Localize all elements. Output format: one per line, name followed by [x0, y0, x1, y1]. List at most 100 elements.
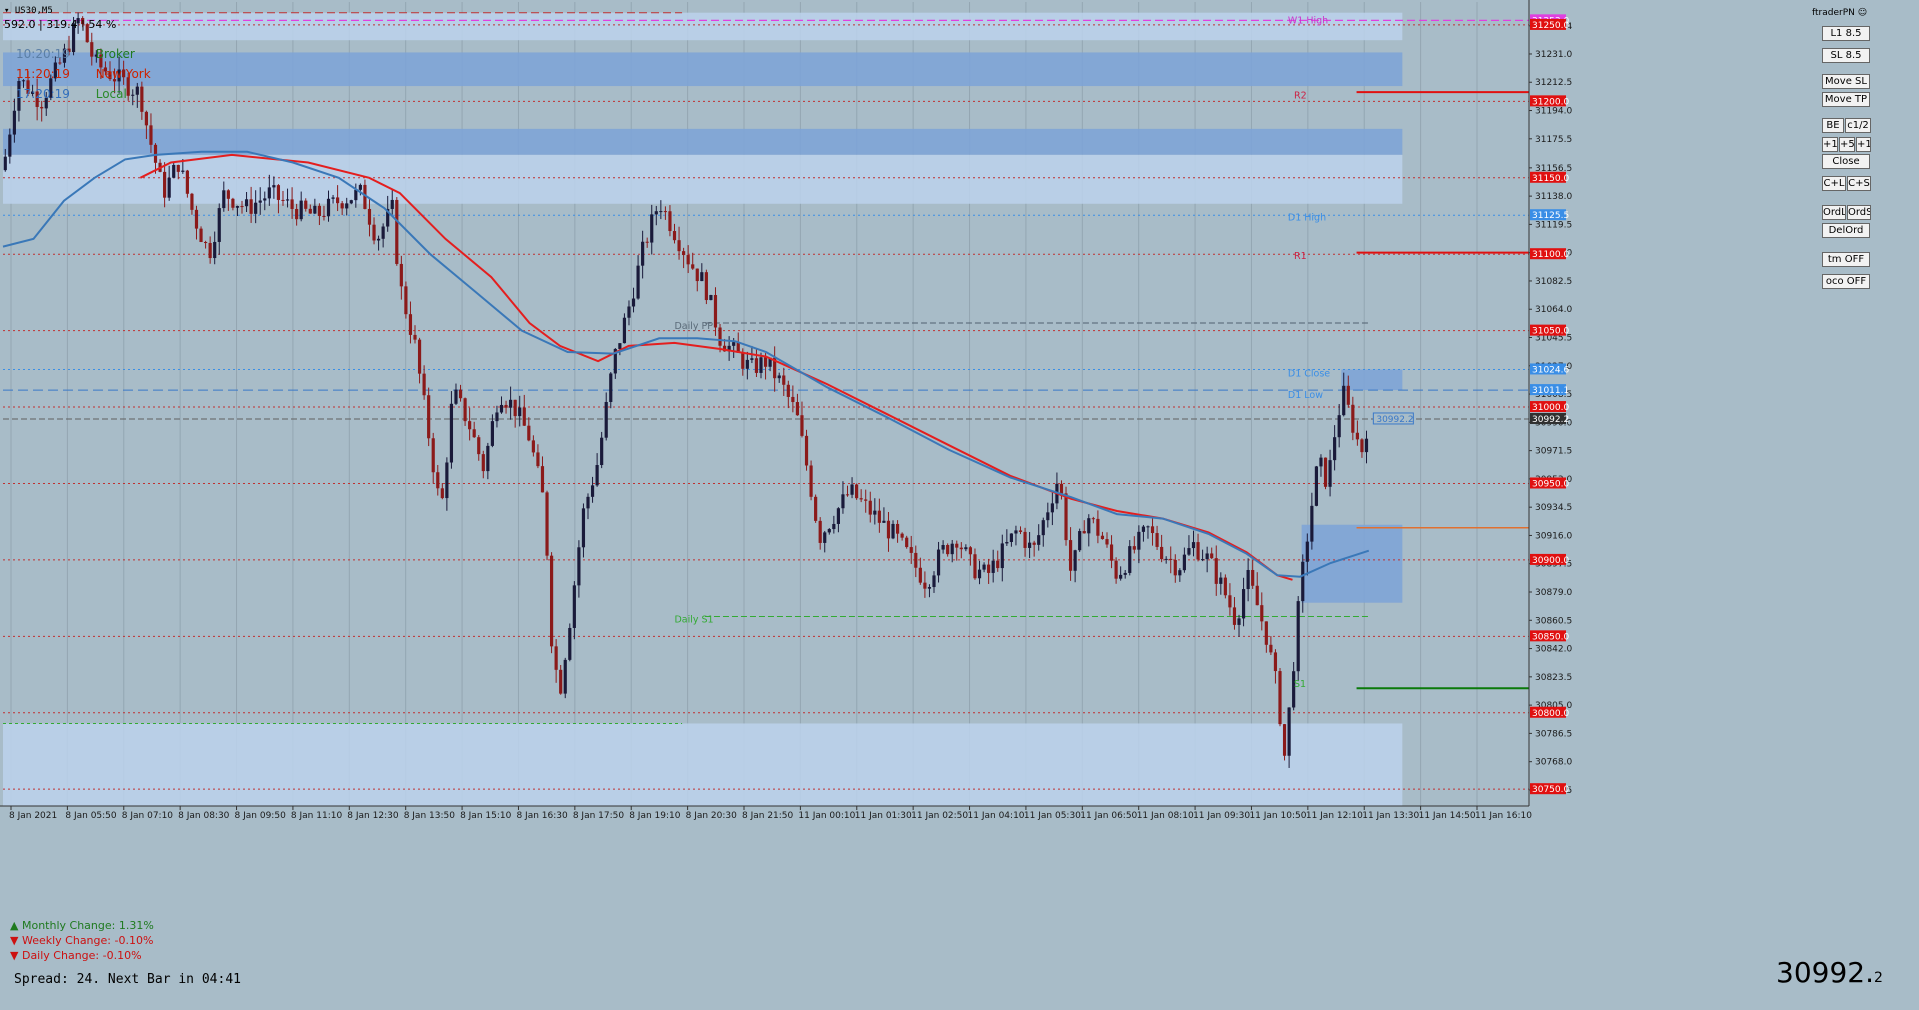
current-price-text: 30992.2: [1376, 415, 1413, 425]
candle-body: [267, 187, 271, 199]
candle-body: [390, 199, 394, 209]
candle-body: [463, 398, 467, 422]
delord-button[interactable]: DelOrd: [1822, 223, 1870, 238]
candle-body: [1219, 577, 1223, 584]
candle-body: [235, 206, 240, 208]
candle-body: [1287, 707, 1291, 756]
candle-body: [499, 404, 504, 413]
ordl-button[interactable]: OrdL: [1822, 205, 1846, 220]
candle-body: [1164, 558, 1168, 560]
candle-body: [1346, 385, 1350, 405]
candle-body: [786, 384, 790, 397]
weekly-change: ▼ Weekly Change: -0.10%: [10, 934, 153, 947]
candle-body: [504, 404, 508, 408]
candle-body: [1128, 546, 1132, 573]
candle-body: [777, 375, 781, 379]
candle-body: [376, 238, 381, 241]
price-main: 30992.: [1776, 956, 1874, 989]
sl-button[interactable]: SL 8.5: [1822, 48, 1870, 63]
plus1-button[interactable]: +1: [1822, 137, 1838, 152]
candle-body: [1246, 569, 1250, 590]
candle-body: [873, 510, 877, 515]
candle-body: [554, 646, 558, 670]
y-tick-label: 30879.0: [1535, 588, 1572, 598]
clock-broker: 10:20:19 Broker: [16, 47, 135, 61]
candle-body: [964, 547, 968, 550]
price-label-text: 30900.0: [1532, 556, 1569, 566]
candle-body: [891, 523, 895, 539]
spread-info: Spread: 24. Next Bar in 04:41: [14, 972, 241, 987]
candle-body: [1210, 553, 1214, 559]
candle-body: [754, 358, 759, 373]
candle-body: [677, 240, 681, 252]
candle-body: [263, 198, 267, 201]
candle-body: [905, 537, 909, 548]
candle-body: [258, 200, 262, 203]
candle-body: [959, 547, 963, 550]
candle-body: [354, 189, 358, 201]
candle-body: [1146, 526, 1150, 528]
plus5-button[interactable]: +5: [1839, 137, 1855, 152]
candle-body: [563, 659, 567, 694]
price-label-text: 30800.0: [1532, 709, 1569, 719]
candle-body: [987, 564, 991, 573]
candle-body: [135, 86, 139, 95]
move-tp-button[interactable]: Move TP: [1822, 92, 1870, 107]
candle-body: [918, 567, 922, 583]
candle-body: [763, 357, 768, 367]
candle-body: [199, 228, 203, 243]
candle-body: [217, 208, 221, 242]
close-button[interactable]: Close: [1822, 154, 1870, 169]
candle-body: [408, 314, 413, 335]
level-label: D1 Low: [1288, 390, 1323, 401]
candle-body: [149, 125, 153, 145]
candle-body: [1228, 595, 1232, 608]
oco-toggle[interactable]: oco OFF: [1822, 274, 1870, 289]
candle-body: [804, 435, 809, 466]
candle-body: [859, 498, 863, 500]
candle-body: [281, 199, 285, 201]
candle-body: [1196, 542, 1200, 560]
candle-body: [946, 545, 950, 555]
candle-body: [231, 198, 235, 208]
candle-body: [40, 106, 44, 109]
tm-toggle[interactable]: tm OFF: [1822, 252, 1870, 267]
candle-body: [295, 208, 299, 220]
candle-body: [1182, 554, 1186, 571]
x-tick-label: 11 Jan 01:30: [855, 811, 912, 821]
dropdown-icon[interactable]: ▾: [4, 6, 9, 16]
ords-button[interactable]: OrdS: [1847, 205, 1871, 220]
candle-body: [317, 205, 321, 216]
cl-button[interactable]: C+L: [1822, 176, 1846, 191]
l1-button[interactable]: L1 8.5: [1822, 26, 1870, 41]
plus10-button[interactable]: +10: [1856, 137, 1871, 152]
clock-local: 17:20:19 Local: [16, 87, 127, 101]
candle-body: [832, 523, 836, 530]
move-sl-button[interactable]: Move SL: [1822, 74, 1870, 89]
candle-body: [982, 564, 986, 570]
candle-body: [8, 134, 12, 157]
level-label: D1 High: [1288, 213, 1326, 224]
x-tick-label: 8 Jan 20:30: [686, 811, 738, 821]
cs-button[interactable]: C+S: [1847, 176, 1871, 191]
be-button[interactable]: BE: [1822, 118, 1844, 133]
price-label-text: 31011.1: [1532, 386, 1569, 396]
zone-rect: [1301, 524, 1403, 603]
c12-button[interactable]: c1/2: [1845, 118, 1871, 133]
candle-body: [631, 298, 636, 307]
candle-body: [1342, 385, 1346, 416]
candle-body: [836, 508, 840, 524]
candle-body: [486, 445, 490, 472]
y-tick-label: 31175.5: [1535, 135, 1572, 145]
candle-body: [795, 402, 800, 416]
candle-body: [395, 199, 399, 264]
candle-body: [531, 440, 535, 453]
candle-body: [814, 496, 818, 521]
candle-body: [622, 317, 627, 344]
price-chart[interactable]: 31249.431231.031212.531194.031175.531156…: [0, 0, 1919, 1010]
candle-body: [586, 496, 590, 509]
symbol-label: US30,M5: [14, 6, 53, 16]
candle-body: [1123, 572, 1127, 575]
candle-body: [131, 94, 135, 96]
price-decimal: 2: [1873, 970, 1883, 986]
